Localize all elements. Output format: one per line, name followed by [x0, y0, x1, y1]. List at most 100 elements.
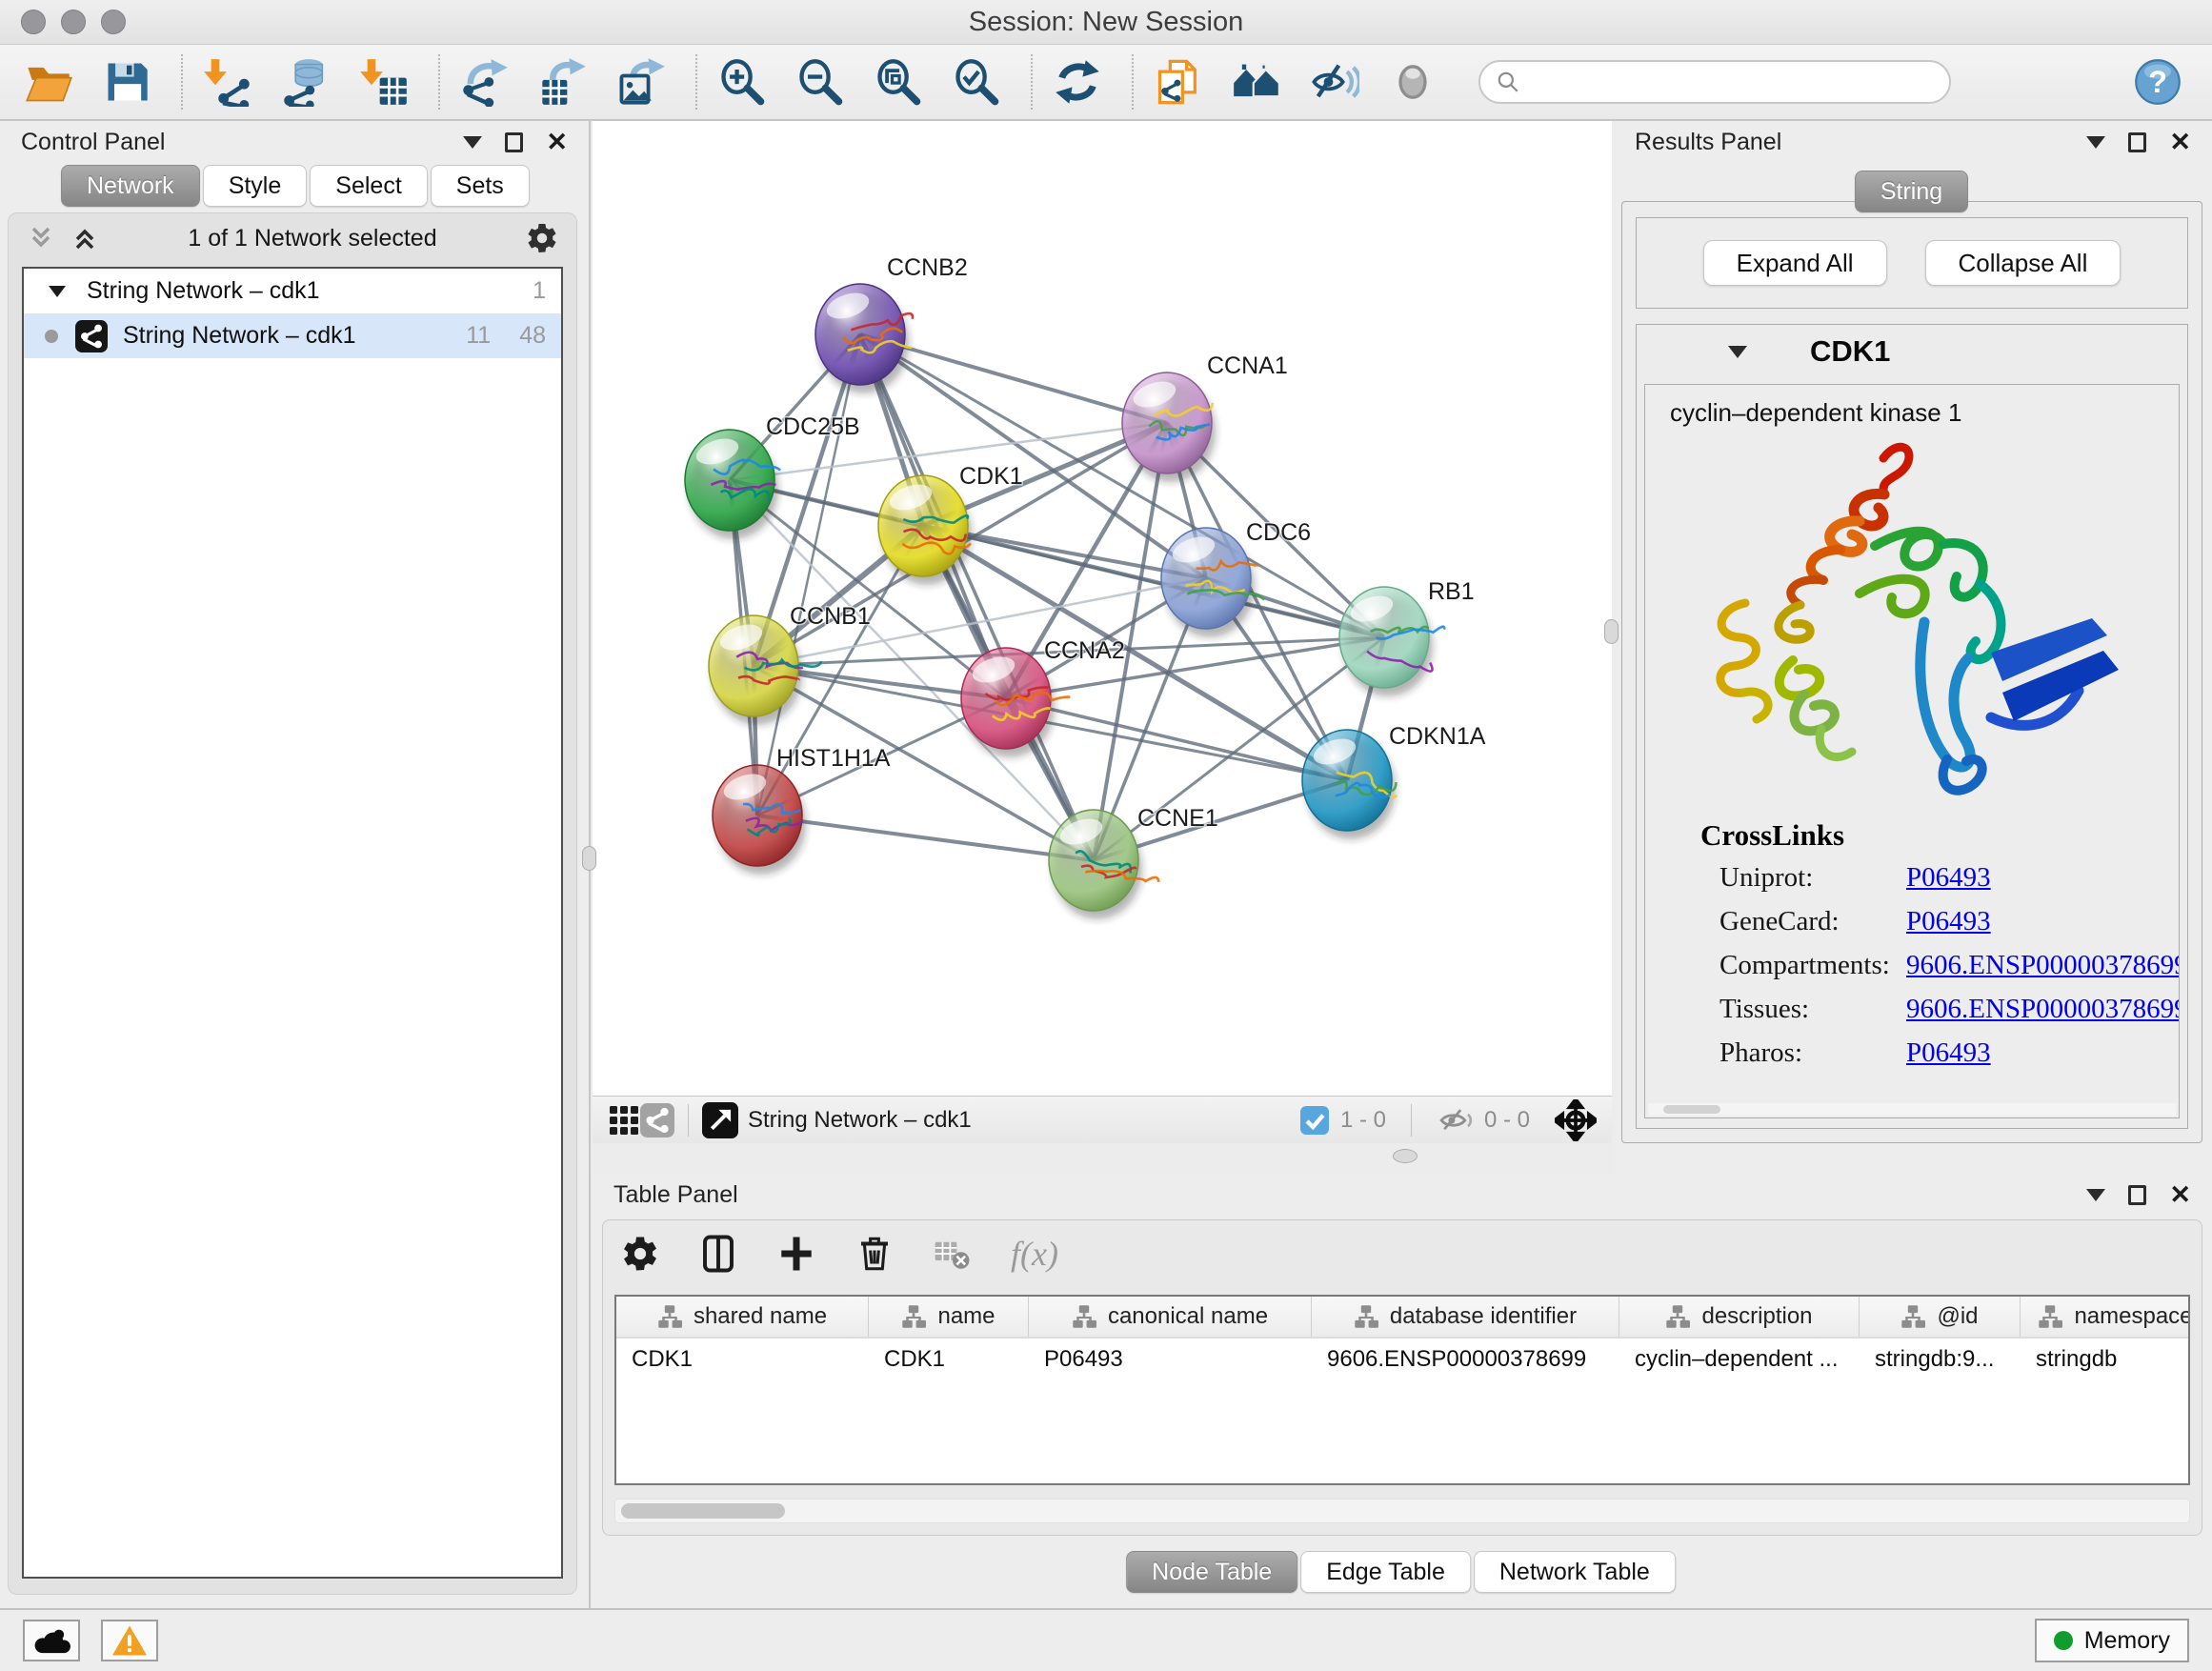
tab-node-table[interactable]: Node Table	[1126, 1551, 1297, 1593]
table-hscroll-thumb[interactable]	[621, 1503, 785, 1519]
edge-CCNA2-CDKN1A[interactable]	[1006, 698, 1347, 780]
clone-network-button[interactable]	[1151, 52, 1206, 111]
expand-all-icon[interactable]	[70, 223, 100, 253]
panel-menu-icon[interactable]	[463, 136, 482, 149]
collection-label: String Network – cdk1	[87, 277, 320, 305]
refresh-view-button[interactable]	[1050, 52, 1105, 111]
search-input[interactable]	[1530, 69, 1934, 95]
warning-icon	[111, 1623, 149, 1658]
crosslink-value-link[interactable]: P06493	[1906, 1037, 1991, 1069]
crosslinks-rows: Uniprot:P06493GeneCard:P06493Compartment…	[1645, 862, 2179, 1069]
network-view-icon[interactable]	[640, 1103, 674, 1137]
panel-close-icon[interactable]: ✕	[2169, 1182, 2191, 1208]
grid-view-icon[interactable]	[608, 1104, 640, 1137]
help-button[interactable]: ?	[2132, 56, 2183, 108]
tab-string[interactable]: String	[1855, 171, 1968, 212]
collapse-all-icon[interactable]	[26, 223, 56, 253]
network-status-bar: String Network – cdk1 1 - 0 0 - 0	[593, 1096, 1612, 1143]
panel-float-icon[interactable]	[2128, 132, 2146, 152]
table-toolbar: f(x)	[603, 1220, 2202, 1287]
results-hscroll-thumb[interactable]	[1663, 1105, 1720, 1114]
column-header-name[interactable]: name	[869, 1297, 1029, 1337]
import-network-button[interactable]	[200, 52, 255, 111]
expand-all-button[interactable]: Expand All	[1703, 240, 1887, 286]
crosslink-value-link[interactable]: 9606.ENSP00000378699	[1906, 950, 2180, 981]
export-image-button[interactable]	[613, 52, 669, 111]
table-row[interactable]: CDK1CDK1P064939606.ENSP00000378699cyclin…	[616, 1339, 2188, 1381]
column-header-shared-name[interactable]: shared name	[616, 1297, 869, 1337]
traffic-light-close[interactable]	[21, 10, 46, 34]
panel-float-icon[interactable]	[2128, 1185, 2146, 1205]
birds-eye-view-icon[interactable]	[702, 1102, 738, 1138]
column-header-at-id[interactable]: @id	[1860, 1297, 2021, 1337]
column-header-database-identifier[interactable]: database identifier	[1312, 1297, 1619, 1337]
column-header-canonical-name[interactable]: canonical name	[1029, 1297, 1312, 1337]
panel-close-icon[interactable]: ✕	[2169, 130, 2191, 155]
traffic-light-zoom[interactable]	[101, 10, 126, 34]
panel-menu-icon[interactable]	[2086, 136, 2105, 149]
left-splitter-handle[interactable]	[582, 846, 596, 871]
horizontal-splitter-handle[interactable]	[1393, 1149, 1418, 1163]
zoom-selected-button[interactable]	[949, 52, 1004, 111]
network-tree: String Network – cdk1 1 String Network –…	[22, 267, 563, 1579]
tab-select[interactable]: Select	[310, 165, 427, 207]
show-all-button[interactable]	[1385, 52, 1440, 111]
tab-sets[interactable]: Sets	[431, 165, 530, 207]
tab-network-table[interactable]: Network Table	[1474, 1551, 1676, 1593]
panel-menu-icon[interactable]	[2086, 1189, 2105, 1201]
zoom-out-button[interactable]	[793, 52, 848, 111]
network-canvas[interactable]: CCNB2CCNA1CDC25BCDK1CDC6RB1CCNB1CCNA2CDK…	[593, 121, 1612, 1096]
results-hscrollbar[interactable]	[1648, 1103, 2176, 1116]
column-header-description[interactable]: description	[1619, 1297, 1860, 1337]
network-share-icon	[75, 320, 108, 352]
crosslink-value-link[interactable]: P06493	[1906, 906, 1991, 937]
panel-close-icon[interactable]: ✕	[546, 130, 568, 155]
save-session-button[interactable]	[99, 52, 154, 111]
gear-icon[interactable]	[525, 221, 559, 255]
warnings-button[interactable]	[101, 1620, 158, 1661]
statusbar-separator	[1411, 1104, 1412, 1137]
edge-HIST1H1A-CCNE1[interactable]	[757, 815, 1094, 860]
add-column-icon[interactable]	[776, 1234, 816, 1274]
tab-edge-table[interactable]: Edge Table	[1300, 1551, 1471, 1593]
import-database-button[interactable]	[278, 52, 333, 111]
crosslink-value-link[interactable]: P06493	[1906, 862, 1991, 894]
column-header-namespace[interactable]: namespace	[2021, 1297, 2190, 1337]
zoom-selected-icon	[952, 57, 1001, 107]
tab-network[interactable]: Network	[61, 165, 200, 207]
export-network-button[interactable]	[457, 52, 513, 111]
memory-button[interactable]: Memory	[2035, 1619, 2189, 1662]
show-eye-icon	[1388, 57, 1438, 107]
open-session-button[interactable]	[21, 52, 76, 111]
panel-float-icon[interactable]	[505, 132, 523, 152]
network-row-selected[interactable]: String Network – cdk1 11 48	[24, 313, 561, 358]
zoom-fit-button[interactable]	[871, 52, 926, 111]
import-table-button[interactable]	[356, 52, 412, 111]
collapse-all-button[interactable]: Collapse All	[1925, 240, 2122, 286]
table-box: f(x) shared namenamecanonical namedataba…	[602, 1219, 2202, 1536]
edge-CCNB2-HIST1H1A[interactable]	[757, 334, 860, 815]
first-neighbors-button[interactable]	[1229, 52, 1284, 111]
table-cell: CDK1	[616, 1339, 869, 1381]
selected-checkbox-icon[interactable]	[1300, 1106, 1329, 1135]
tab-style[interactable]: Style	[203, 165, 308, 207]
traffic-light-minimize[interactable]	[61, 10, 86, 34]
delete-column-icon[interactable]	[855, 1234, 895, 1274]
tree-expand-icon[interactable]	[49, 286, 66, 297]
edge-CCNB2-CCNE1[interactable]	[860, 334, 1094, 860]
table-gear-icon[interactable]	[620, 1234, 660, 1274]
help-icon: ?	[2133, 57, 2182, 107]
show-columns-icon[interactable]	[698, 1234, 738, 1274]
cloud-status-button[interactable]	[23, 1620, 80, 1661]
fit-content-crosshair-icon[interactable]	[1555, 1099, 1597, 1141]
hide-selected-button[interactable]	[1307, 52, 1362, 111]
table-hscrollbar[interactable]	[614, 1499, 2190, 1523]
cdk1-section-header[interactable]: CDK1	[1637, 325, 2187, 378]
right-splitter-handle[interactable]	[1604, 619, 1619, 644]
crosslink-value-link[interactable]: 9606.ENSP00000378699	[1906, 994, 2180, 1025]
zoom-in-button[interactable]	[714, 52, 770, 111]
export-table-button[interactable]	[535, 52, 591, 111]
crosslink-label: Pharos:	[1719, 1037, 1906, 1069]
section-collapse-icon[interactable]	[1728, 346, 1747, 358]
network-collection-row[interactable]: String Network – cdk1 1	[24, 269, 561, 313]
